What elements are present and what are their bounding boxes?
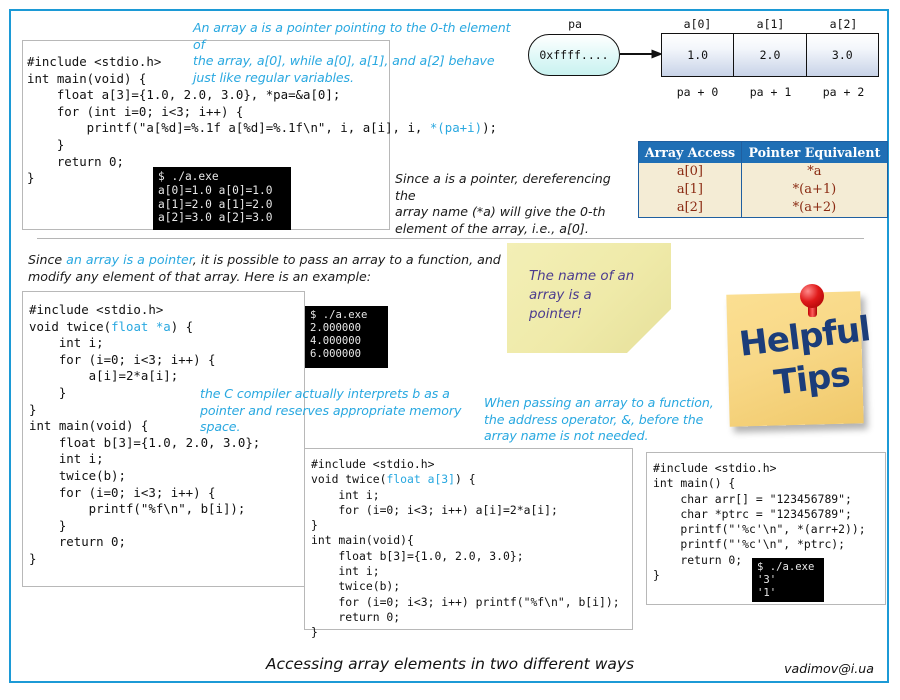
diagram-label-a2: a[2] — [829, 17, 858, 31]
terminal-output-3: $ ./a.exe '3' '1' — [752, 558, 824, 602]
table-row: a[0] *a — [638, 163, 888, 181]
terminal-1-text: $ ./a.exe a[0]=1.0 a[0]=1.0 a[1]=2.0 a[1… — [158, 170, 273, 225]
array-cells: 1.0 2.0 3.0 — [661, 33, 879, 77]
table-header-cell: Array Access — [638, 141, 742, 163]
table-cell-access: a[0] — [638, 163, 742, 181]
note-line: Since a is a pointer, dereferencing the — [395, 171, 611, 203]
table-header-cell: Pointer Equivalent — [741, 141, 888, 163]
note-line: array name (*a) will give the 0-th — [395, 204, 606, 219]
annotation-passing-array: When passing an array to a function, the… — [484, 395, 734, 445]
code2-keyword: float *a — [111, 318, 171, 334]
code2-body: ) { int i; for (i=0; i<3; i++) { a[i]=2*… — [29, 318, 261, 566]
intro-highlight: an array is a pointer — [66, 252, 193, 267]
array-cell: 2.0 — [734, 34, 807, 76]
terminal-3-text: $ ./a.exe '3' '1' — [757, 561, 815, 599]
annotation-array-is-pointer: An array a is a pointer pointing to the … — [193, 20, 513, 86]
terminal-output-2: $ ./a.exe 2.000000 4.000000 6.000000 — [305, 306, 388, 368]
intro-post: , it is possible to pass an array to a f… — [192, 252, 501, 267]
diagram-label-pa: pa — [568, 17, 582, 31]
sticky-note-line: array is a pointer! — [529, 288, 592, 322]
diagram-offset-2: pa + 2 — [822, 85, 865, 99]
annotation-line: the address operator, &, before the — [484, 411, 704, 427]
table-row: a[1] *(a+1) — [638, 181, 888, 199]
array-cell: 3.0 — [806, 34, 878, 76]
code3-keyword: float a[3] — [386, 472, 456, 487]
pushpin-icon — [800, 284, 824, 308]
diagram-offset-1: pa + 1 — [749, 85, 792, 99]
annotation-line: just like regular variables. — [193, 69, 354, 85]
table-cell-access: a[1] — [638, 181, 742, 199]
annotation-line: space. — [200, 419, 241, 434]
diagram-label-a0: a[0] — [683, 17, 712, 31]
note-line: element of the array, i.e., a[0]. — [395, 220, 589, 236]
table-cell-access: a[2] — [638, 199, 742, 218]
slide-caption: Accessing array elements in two differen… — [265, 655, 635, 673]
terminal-output-1: $ ./a.exe a[0]=1.0 a[0]=1.0 a[1]=2.0 a[1… — [153, 167, 291, 230]
intro-line-2: modify any element of that array. Here i… — [28, 268, 372, 284]
diagram-label-a1: a[1] — [756, 17, 785, 31]
code1-keyword: *(pa+i) — [429, 120, 483, 136]
annotation-line: array name is not needed. — [484, 428, 649, 443]
table-cell-pointer: *a — [807, 164, 822, 179]
helpful-tips-note: Helpful Tips — [722, 283, 872, 429]
arrow-icon — [620, 49, 662, 59]
section-divider — [37, 238, 864, 239]
annotation-line: When passing an array to a function, — [484, 395, 714, 410]
intro-pre: Since — [28, 252, 67, 267]
annotation-compiler-interprets: the C compiler actually interprets b as … — [200, 386, 500, 436]
author-credit: vadimov@i.ua — [784, 661, 874, 676]
code-block-twice-array-param: #include <stdio.h> void twice(float a[3]… — [304, 448, 633, 639]
diagram-offset-0: pa + 0 — [676, 85, 719, 99]
annotation-line: An array a is a pointer pointing to the … — [193, 20, 511, 52]
slide-canvas: #include <stdio.h> int main(void) { floa… — [0, 0, 900, 700]
table-cell-pointer: *(a+2) — [792, 200, 837, 215]
sticky-note-line: The name of an — [529, 269, 635, 284]
sticky-note-text: The name of an array is a pointer! — [529, 267, 649, 324]
table-row: a[2] *(a+2) — [638, 199, 888, 218]
sticky-note-array-pointer: The name of an array is a pointer! — [507, 243, 671, 353]
intro-pass-array: Since an array is a pointer, it is possi… — [28, 252, 518, 285]
code3-body: ) { int i; for (i=0; i<3; i++) a[i]=2*a[… — [311, 472, 620, 640]
array-pointer-equivalence-table: Array Access Pointer Equivalent a[0] *a … — [638, 141, 888, 218]
array-cell: 1.0 — [662, 34, 735, 76]
annotation-line: the array, a[0], while a[0], a[1], and a… — [193, 53, 495, 68]
note-dereference: Since a is a pointer, dereferencing the … — [395, 171, 635, 237]
table-cell-pointer: *(a+1) — [792, 182, 837, 197]
code-text: #include <stdio.h> void twice(float a[3]… — [311, 457, 632, 641]
code-block-twice-pointer: #include <stdio.h> void twice(float *a) … — [22, 291, 305, 587]
annotation-line: pointer and reserves appropriate memory — [200, 402, 462, 418]
terminal-2-text: $ ./a.exe 2.000000 4.000000 6.000000 — [310, 309, 368, 360]
annotation-line: the C compiler actually interprets b as … — [200, 386, 450, 401]
pointer-value: 0xffff.... — [539, 48, 609, 62]
table-header-row: Array Access Pointer Equivalent — [638, 141, 888, 163]
pointer-bubble: 0xffff.... — [528, 34, 620, 76]
